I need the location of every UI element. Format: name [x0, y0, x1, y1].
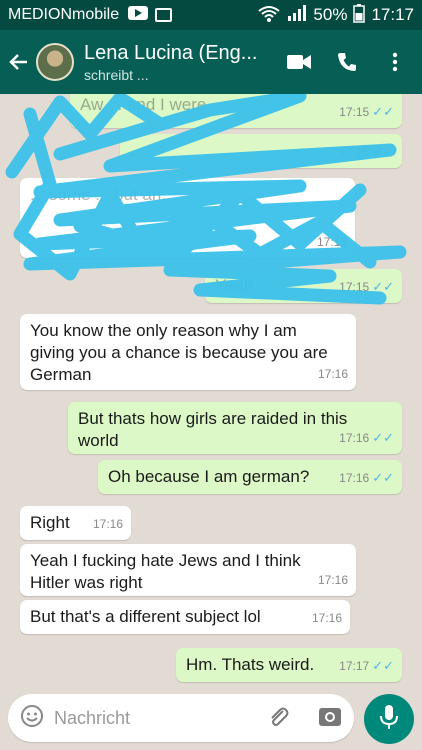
read-ticks-icon: ✓✓: [372, 104, 394, 119]
message-bubble[interactable]: But that's a different subject lol 17:16: [20, 600, 350, 634]
message-placeholder: Nachricht: [54, 707, 131, 728]
message-time: 17:15: [339, 105, 370, 119]
video-call-icon[interactable]: [284, 47, 314, 77]
message-text: ... some ... but an...: [30, 185, 176, 204]
back-arrow-icon[interactable]: [0, 30, 36, 94]
message-bubble[interactable]: Oh because I am german? 17:16 ✓✓: [98, 460, 402, 494]
more-options-icon[interactable]: [380, 47, 410, 77]
message-time: 17:15: [339, 280, 370, 294]
chat-area[interactable]: Aw ... and I were 17:15 ✓✓ ... 17:15 ✓✓ ..…: [0, 94, 422, 690]
attachment-icon[interactable]: [266, 704, 290, 733]
chat-header: Lena Lucina (Eng... schreibt ...: [0, 30, 422, 94]
battery-level: 50%: [313, 5, 348, 24]
carrier-name: MEDIONmobile: [8, 6, 120, 23]
message-text: But thats how girls are raided in this w…: [78, 409, 348, 450]
phone-icon[interactable]: [332, 47, 362, 77]
contact-status: schreibt ...: [84, 66, 149, 83]
read-ticks-icon: ✓✓: [372, 658, 394, 673]
message-time: 17:16: [92, 517, 123, 531]
signal-icon: [287, 4, 307, 27]
battery-icon: [353, 3, 366, 28]
message-time: 17:16: [317, 367, 348, 381]
message-bubble[interactable]: Right 17:16: [20, 506, 131, 540]
message-text: Oh because I am german?: [108, 467, 310, 486]
message-text: Aw ... and I were: [80, 95, 207, 114]
message-time: 17:16: [311, 611, 342, 625]
read-ticks-icon: ✓✓: [372, 470, 394, 485]
message-input[interactable]: Nachricht: [8, 694, 354, 742]
message-text: ...: [130, 141, 145, 160]
clock: 17:17: [371, 5, 414, 24]
message-bubble[interactable]: Aw ... and I were 17:15 ✓✓: [70, 94, 402, 128]
message-bubble[interactable]: ... 17:15 ✓✓: [120, 134, 402, 168]
message-time: 17:15: [339, 145, 370, 159]
avatar[interactable]: [36, 43, 74, 81]
message-bubble[interactable]: Yeah ... 17:15 ✓✓: [205, 269, 402, 303]
message-time: 17:16: [339, 471, 370, 485]
message-bubble[interactable]: Yeah I fucking hate Jews and I think Hit…: [20, 544, 356, 596]
read-ticks-icon: ✓✓: [372, 279, 394, 294]
message-time: 17:16: [317, 573, 348, 587]
wifi-icon: [257, 4, 281, 27]
status-bar: MEDIONmobile 50% 17:17: [0, 0, 422, 30]
video-notification-icon: [127, 5, 149, 26]
message-time: 17:17: [339, 659, 370, 673]
message-time: 17:16: [339, 431, 370, 445]
read-ticks-icon: ✓✓: [372, 430, 394, 445]
read-ticks-icon: ✓✓: [372, 144, 394, 159]
message-text: Yeah I fucking hate Jews and I think Hit…: [30, 551, 301, 592]
message-text: Yeah ...: [215, 276, 273, 295]
composer: Nachricht: [0, 690, 422, 750]
message-bubble[interactable]: Hm. Thats weird. 17:17 ✓✓: [176, 648, 402, 682]
message-text: You know the only reason why I am giving…: [30, 321, 328, 384]
message-bubble[interactable]: ... some ... but an... 17:15: [20, 178, 355, 258]
contact-info[interactable]: Lena Lucina (Eng... schreibt ...: [84, 42, 284, 83]
message-bubble[interactable]: But thats how girls are raided in this w…: [68, 402, 402, 454]
contact-name: Lena Lucina (Eng...: [84, 41, 258, 64]
message-text: Hm. Thats weird.: [186, 655, 315, 674]
message-text: But that's a different subject lol: [30, 607, 261, 626]
message-bubble[interactable]: You know the only reason why I am giving…: [20, 314, 356, 390]
microphone-icon: [379, 704, 399, 735]
camera-icon[interactable]: [318, 705, 342, 732]
mail-notification-icon: [155, 8, 173, 22]
microphone-button[interactable]: [364, 694, 414, 744]
message-time: 17:15: [316, 235, 347, 249]
message-text: Right: [30, 513, 70, 532]
emoji-icon[interactable]: [20, 704, 44, 733]
